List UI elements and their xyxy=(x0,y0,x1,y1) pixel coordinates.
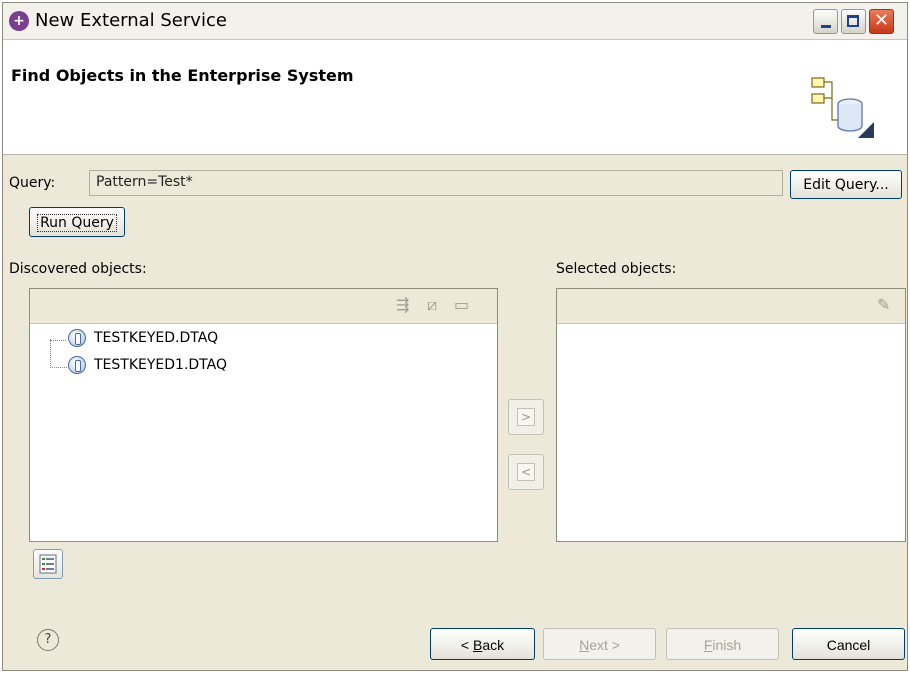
maximize-button[interactable] xyxy=(841,9,866,34)
next-button[interactable]: Next > xyxy=(543,628,656,660)
back-button[interactable]: < Back xyxy=(430,628,535,660)
book-icon[interactable]: ▭ xyxy=(454,295,469,314)
remove-arrow-icon: < xyxy=(517,463,535,481)
maximize-icon xyxy=(847,15,859,27)
tree-item[interactable]: TESTKEYED.DTAQ xyxy=(94,330,218,346)
data-queue-icon xyxy=(68,356,86,374)
help-icon[interactable]: ? xyxy=(37,629,59,651)
next-mnemonic: N xyxy=(579,637,590,653)
back-mnemonic: B xyxy=(472,637,483,653)
filter-icon[interactable]: ⇶ xyxy=(396,295,409,314)
tree-item[interactable]: TESTKEYED1.DTAQ xyxy=(94,357,227,373)
discovered-objects-label: Discovered objects: xyxy=(9,261,147,277)
selected-toolbar: ✎ xyxy=(557,289,905,324)
discovered-toolbar: ⇶ ⧄ ▭ xyxy=(30,289,497,324)
selected-objects-panel[interactable]: ✎ xyxy=(556,288,906,542)
back-rest: ack xyxy=(482,637,505,653)
close-icon: ✕ xyxy=(874,10,890,31)
page-title: Find Objects in the Enterprise System xyxy=(11,66,354,85)
finish-rest: inish xyxy=(712,637,742,653)
title-bar: + New External Service ✕ xyxy=(3,3,907,40)
wizard-header: Find Objects in the Enterprise System xyxy=(3,40,907,155)
add-arrow-icon: > xyxy=(517,408,535,426)
tree-connector xyxy=(50,339,67,368)
query-label: Query: xyxy=(9,175,56,191)
show-properties-button[interactable] xyxy=(33,549,63,579)
back-prefix: < xyxy=(460,637,473,653)
edit-icon[interactable]: ✎ xyxy=(877,295,890,314)
add-object-button[interactable]: > xyxy=(508,399,544,435)
data-queue-icon xyxy=(68,329,86,347)
edit-icon[interactable]: ⧄ xyxy=(427,295,437,315)
run-query-label: Run Query xyxy=(37,214,117,232)
finish-button[interactable]: Finish xyxy=(666,628,779,660)
query-field[interactable]: Pattern=Test* xyxy=(89,170,783,196)
window-title: New External Service xyxy=(35,10,227,31)
discovered-objects-panel[interactable]: ⇶ ⧄ ▭ TESTKEYED.DTAQ TESTKEYED1.DTAQ xyxy=(29,288,498,542)
run-query-button[interactable]: Run Query xyxy=(29,207,125,237)
cancel-button[interactable]: Cancel xyxy=(792,628,905,660)
new-external-service-dialog: + New External Service ✕ Find Objects in… xyxy=(2,2,908,671)
next-rest: ext > xyxy=(589,637,620,653)
properties-list-icon xyxy=(39,554,57,574)
minimize-icon xyxy=(821,25,831,28)
minimize-button[interactable] xyxy=(813,9,838,34)
edit-query-button[interactable]: Edit Query... xyxy=(790,170,902,199)
selected-objects-label: Selected objects: xyxy=(556,261,677,277)
close-button[interactable]: ✕ xyxy=(869,9,894,34)
wizard-app-icon: + xyxy=(9,11,29,31)
enterprise-system-icon xyxy=(811,77,874,138)
remove-object-button[interactable]: < xyxy=(508,454,544,490)
